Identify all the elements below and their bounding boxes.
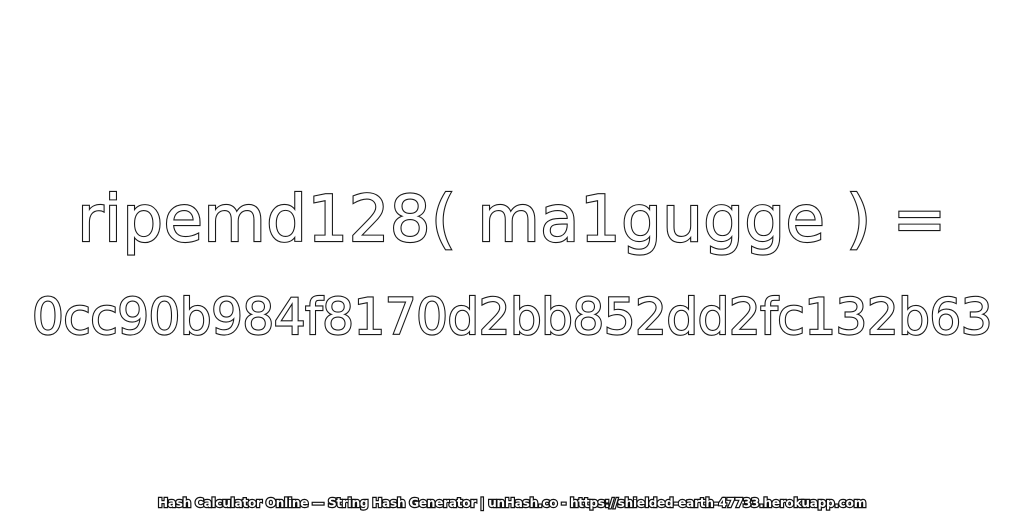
hash-image-canvas: ripemd128( ma1gugge ) = 0cc90b984f8170d2… (0, 0, 1024, 512)
footer-credit: Hash Calculator Online — String Hash Gen… (157, 496, 868, 510)
hash-expression: ripemd128( ma1gugge ) = (76, 183, 947, 257)
hash-result: 0cc90b984f8170d2bb852dd2fc132b63 (31, 288, 994, 346)
